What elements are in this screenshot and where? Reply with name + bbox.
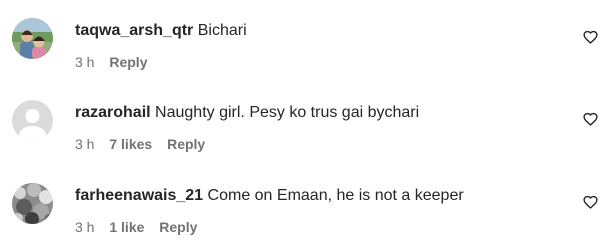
reply-button[interactable]: Reply xyxy=(167,135,205,153)
profile-photo-icon xyxy=(12,18,53,59)
likes-count[interactable]: 7 likes xyxy=(109,135,152,153)
comment-text: Bichari xyxy=(197,22,247,39)
heart-outline-icon[interactable] xyxy=(583,112,598,126)
avatar[interactable] xyxy=(12,183,53,224)
comment-timestamp[interactable]: 3 h xyxy=(75,135,94,153)
comment-username[interactable]: razarohail xyxy=(75,104,151,121)
avatar[interactable] xyxy=(12,18,53,59)
comment-timestamp[interactable]: 3 h xyxy=(75,53,94,71)
profile-photo-icon xyxy=(12,183,53,224)
comment-meta: 3 h Reply xyxy=(75,53,158,71)
comment-meta: 3 h 7 likes Reply xyxy=(75,135,216,153)
comment-item: taqwa_arsh_qtr Bichari 3 h Reply xyxy=(0,13,610,83)
comments-list: taqwa_arsh_qtr Bichari 3 h Reply razaroh… xyxy=(0,0,610,251)
comment-body: razarohail Naughty girl. Pesy ko trus ga… xyxy=(75,103,419,123)
comment-text: Naughty girl. Pesy ko trus gai bychari xyxy=(155,104,420,121)
comment-username[interactable]: taqwa_arsh_qtr xyxy=(75,22,193,39)
heart-outline-icon[interactable] xyxy=(583,195,598,209)
comment-text: Come on Emaan, he is not a keeper xyxy=(207,187,464,204)
comment-item: farheenawais_21 Come on Emaan, he is not… xyxy=(0,178,610,248)
avatar[interactable] xyxy=(12,100,53,141)
reply-button[interactable]: Reply xyxy=(109,53,147,71)
comment-item: razarohail Naughty girl. Pesy ko trus ga… xyxy=(0,95,610,165)
comment-body: taqwa_arsh_qtr Bichari xyxy=(75,21,247,41)
comment-username[interactable]: farheenawais_21 xyxy=(75,187,203,204)
comment-meta: 3 h 1 like Reply xyxy=(75,218,208,236)
likes-count[interactable]: 1 like xyxy=(109,218,144,236)
heart-outline-icon[interactable] xyxy=(583,30,598,44)
reply-button[interactable]: Reply xyxy=(159,218,197,236)
comment-body: farheenawais_21 Come on Emaan, he is not… xyxy=(75,186,464,206)
comment-timestamp[interactable]: 3 h xyxy=(75,218,94,236)
default-profile-icon xyxy=(12,100,53,141)
